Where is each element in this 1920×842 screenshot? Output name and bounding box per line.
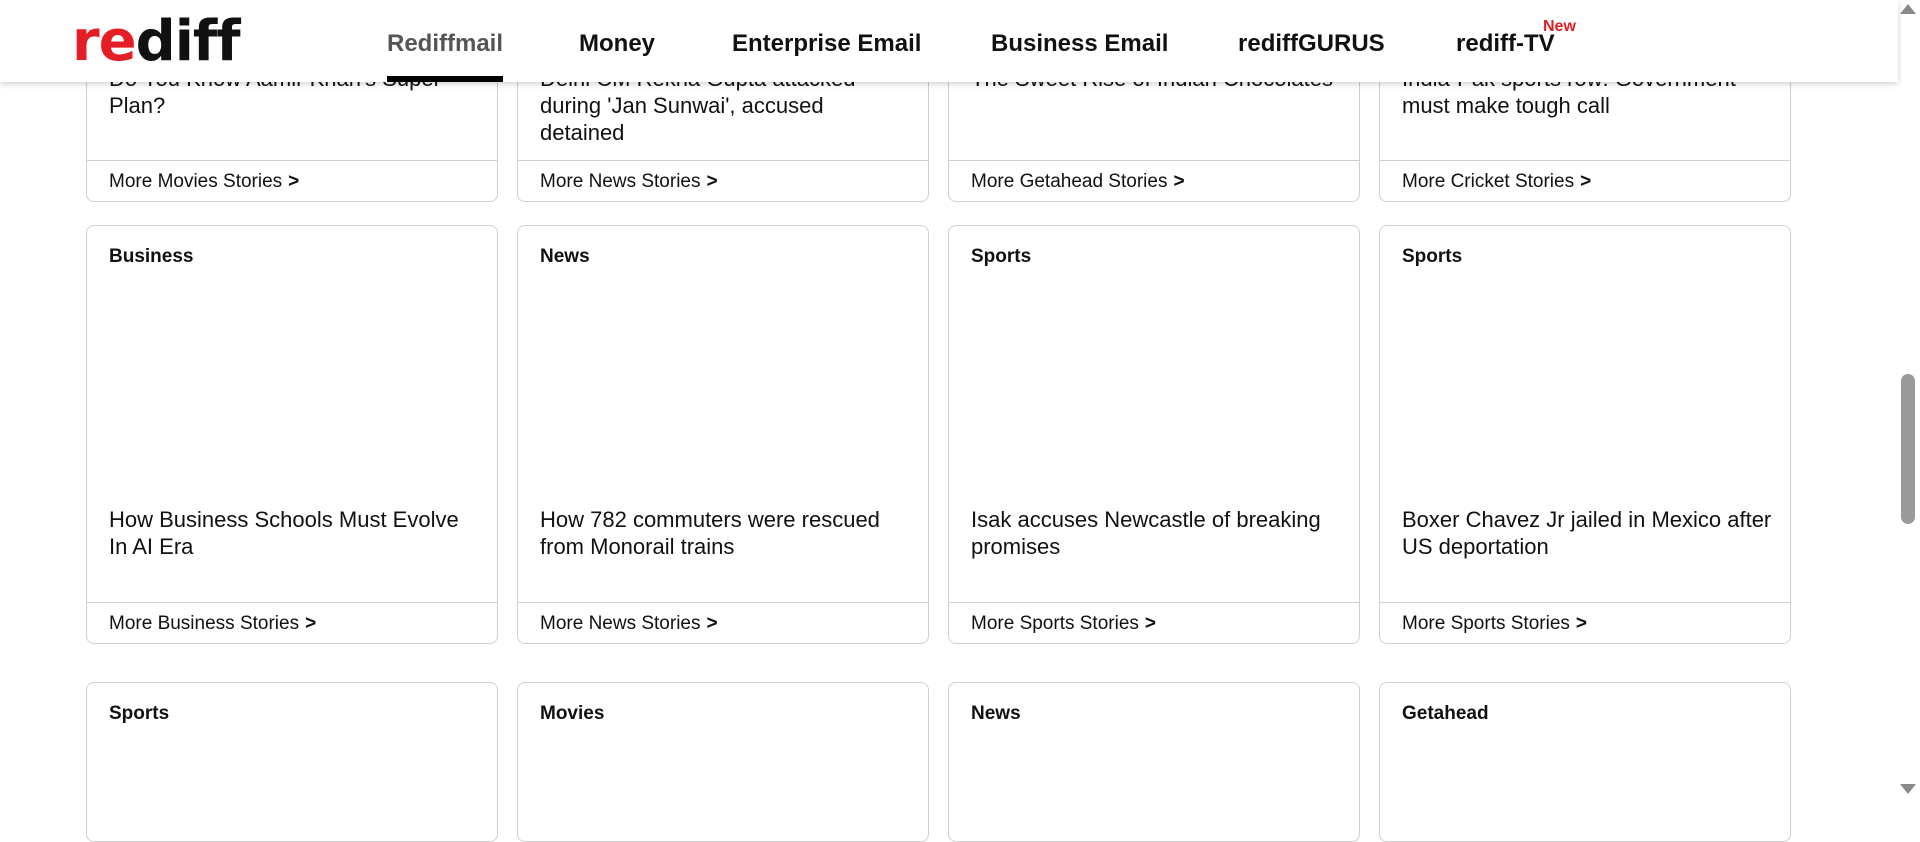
category-label: Sports — [1402, 246, 1463, 267]
scroll-down-arrow-icon[interactable] — [1900, 784, 1916, 794]
story-card[interactable]: News — [948, 682, 1360, 842]
category-label: News — [971, 703, 1021, 724]
story-card[interactable]: Sports — [86, 682, 498, 842]
chevron-right-icon: > — [1144, 613, 1157, 634]
chevron-right-icon: > — [1173, 171, 1185, 192]
nav-rediffgurus[interactable]: rediffGURUS — [1238, 30, 1385, 58]
more-stories-label: More News Stories — [540, 613, 701, 634]
story-card[interactable]: Movies — [517, 682, 929, 842]
story-headline[interactable]: Boxer Chavez Jr jailed in Mexico after U… — [1402, 506, 1772, 560]
nav-money[interactable]: Money — [579, 30, 655, 58]
chevron-right-icon: > — [305, 613, 317, 634]
nav-enterprise-email[interactable]: Enterprise Email — [732, 30, 921, 58]
category-label: Business — [109, 246, 194, 267]
category-label: Getahead — [1402, 703, 1489, 724]
new-badge: New — [1543, 18, 1576, 35]
story-card[interactable]: News How 782 commuters were rescued from… — [517, 225, 929, 644]
more-stories-link[interactable]: More Sports Stories > — [1380, 602, 1790, 643]
chevron-right-icon: > — [288, 171, 300, 192]
story-headline[interactable]: Isak accuses Newcastle of breaking promi… — [971, 506, 1341, 560]
story-card[interactable]: Business How Business Schools Must Evolv… — [86, 225, 498, 644]
nav-rediffmail[interactable]: Rediffmail — [387, 30, 503, 58]
more-stories-link[interactable]: More Getahead Stories > — [949, 160, 1359, 201]
category-label: Sports — [971, 246, 1032, 267]
story-card[interactable]: Sports Isak accuses Newcastle of breakin… — [948, 225, 1360, 644]
more-stories-link[interactable]: More Cricket Stories > — [1380, 160, 1790, 201]
nav-business-email[interactable]: Business Email — [991, 30, 1168, 58]
story-headline[interactable]: How Business Schools Must Evolve In AI E… — [109, 506, 479, 560]
chevron-right-icon: > — [706, 171, 718, 192]
more-stories-label: More Business Stories — [109, 613, 300, 634]
more-stories-link[interactable]: More News Stories > — [518, 160, 928, 201]
category-label: News — [540, 246, 590, 267]
chevron-right-icon: > — [1575, 613, 1588, 634]
chevron-right-icon: > — [1580, 171, 1592, 192]
story-card[interactable]: Getahead — [1379, 682, 1791, 842]
category-label: Sports — [109, 703, 170, 724]
more-stories-label: More Movies Stories — [109, 171, 283, 192]
category-label: Movies — [540, 703, 605, 724]
active-tab-indicator — [387, 76, 503, 82]
chevron-right-icon: > — [706, 613, 718, 634]
more-stories-link[interactable]: More Movies Stories > — [87, 160, 497, 201]
more-stories-link[interactable]: More Sports Stories > — [949, 602, 1359, 643]
story-headline[interactable]: How 782 commuters were rescued from Mono… — [540, 506, 910, 560]
more-stories-label: More Sports Stories — [1402, 613, 1570, 634]
more-stories-label: More News Stories — [540, 171, 701, 192]
scrollbar-thumb[interactable] — [1901, 374, 1915, 524]
more-stories-link[interactable]: More Business Stories > — [87, 602, 497, 643]
more-stories-label: More Getahead Stories — [971, 171, 1168, 192]
more-stories-link[interactable]: More News Stories > — [518, 602, 928, 643]
top-header: rediff Rediffmail Money Enterprise Email… — [0, 0, 1898, 82]
rediff-logo[interactable]: rediff — [72, 14, 241, 70]
scroll-up-arrow-icon[interactable] — [1900, 4, 1916, 14]
more-stories-label: More Sports Stories — [971, 613, 1139, 634]
story-card[interactable]: Sports Boxer Chavez Jr jailed in Mexico … — [1379, 225, 1791, 644]
more-stories-label: More Cricket Stories — [1402, 171, 1575, 192]
nav-rediff-tv[interactable]: rediff-TV — [1456, 30, 1555, 58]
